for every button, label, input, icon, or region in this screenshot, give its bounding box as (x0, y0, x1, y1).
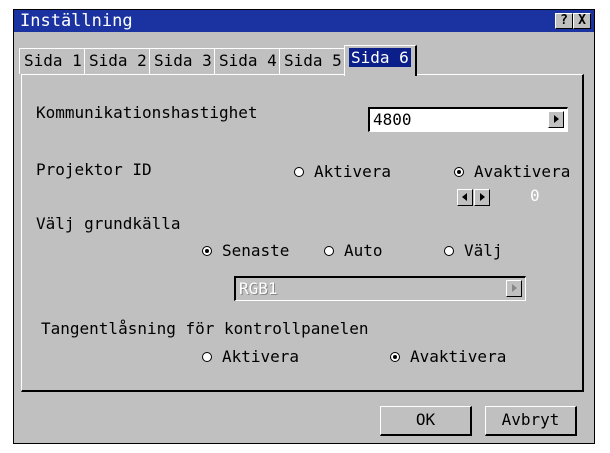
tab-sida-6[interactable]: Sida 6 (344, 45, 417, 76)
comm-speed-select[interactable]: 4800 (368, 107, 568, 132)
radio-off-icon (202, 352, 212, 362)
tab-sida-1[interactable]: Sida 1 (19, 48, 88, 74)
default-source-label: Välj grundkälla (36, 214, 181, 233)
ok-button[interactable]: OK (380, 406, 472, 436)
tab-sida-2[interactable]: Sida 2 (84, 48, 153, 74)
radio-label: Avaktivera (410, 347, 507, 366)
comm-speed-value: 4800 (373, 110, 412, 129)
tab-label: Sida 4 (219, 51, 277, 70)
radio-off-icon (294, 167, 304, 177)
radio-label: Välj (464, 241, 503, 260)
source-latest-radio[interactable]: Senaste (202, 241, 289, 260)
title-bar: Inställning ? X (14, 10, 594, 32)
radio-label: Aktivera (314, 162, 392, 181)
source-select-value: RGB1 (239, 279, 278, 298)
radio-on-icon (202, 246, 212, 256)
source-select-radio[interactable]: Välj (444, 241, 503, 260)
tab-label: Sida 6 (349, 48, 411, 67)
settings-dialog: Inställning ? X Sida 1 Sida 2 Sida 3 Sid… (13, 9, 595, 444)
radio-label: Senaste (222, 241, 290, 260)
tab-label: Sida 3 (154, 51, 212, 70)
tab-label: Sida 2 (89, 51, 147, 70)
tab-sida-3[interactable]: Sida 3 (149, 48, 218, 74)
source-select[interactable]: RGB1 (234, 276, 526, 301)
spin-left-icon[interactable] (457, 189, 473, 206)
tab-panel: Kommunikationshastighet 4800 Projektor I… (21, 74, 584, 392)
tab-sida-5[interactable]: Sida 5 (279, 48, 348, 74)
tab-sida-4[interactable]: Sida 4 (214, 48, 283, 74)
key-lock-label: Tangentlåsning för kontrollpanelen (41, 319, 369, 338)
dropdown-arrow-icon[interactable] (506, 280, 522, 297)
cancel-button[interactable]: Avbryt (485, 406, 577, 436)
projector-id-label: Projektor ID (36, 160, 152, 179)
close-button[interactable]: X (573, 13, 591, 29)
radio-off-icon (444, 246, 454, 256)
radio-on-icon (454, 167, 464, 177)
dropdown-arrow-icon[interactable] (548, 111, 564, 128)
radio-on-icon (390, 352, 400, 362)
radio-label: Auto (344, 241, 383, 260)
radio-label: Aktivera (222, 347, 300, 366)
key-lock-disable-radio[interactable]: Avaktivera (390, 347, 506, 366)
comm-speed-label: Kommunikationshastighet (36, 103, 258, 122)
tab-label: Sida 1 (24, 51, 82, 70)
projector-id-value: 0 (530, 186, 540, 205)
projector-id-disable-radio[interactable]: Avaktivera (454, 162, 570, 181)
radio-label: Avaktivera (474, 162, 571, 181)
tab-label: Sida 5 (284, 51, 342, 70)
key-lock-enable-radio[interactable]: Aktivera (202, 347, 299, 366)
dialog-title: Inställning (20, 11, 133, 31)
help-button[interactable]: ? (555, 13, 573, 29)
projector-id-enable-radio[interactable]: Aktivera (294, 162, 391, 181)
radio-off-icon (324, 246, 334, 256)
source-auto-radio[interactable]: Auto (324, 241, 383, 260)
spin-right-icon[interactable] (474, 189, 490, 206)
